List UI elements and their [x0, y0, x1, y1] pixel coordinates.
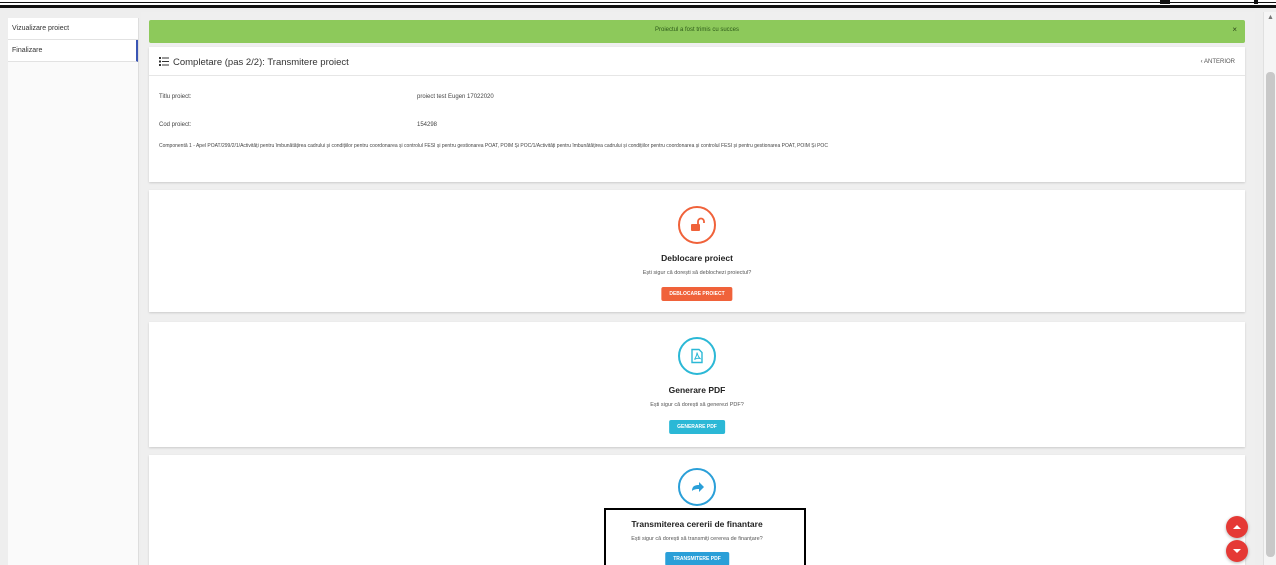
top-border — [0, 0, 1276, 8]
submit-title: Transmiterea cererii de finantare — [631, 519, 763, 529]
top-edge-mark — [1160, 0, 1170, 4]
forward-arrow-icon — [678, 468, 716, 506]
project-code-label: Cod proiect: — [159, 122, 192, 128]
pdf-icon — [678, 337, 716, 375]
unlock-button[interactable]: DEBLOCARE PROIECT — [661, 287, 733, 301]
page-title: Completare (pas 2/2): Transmitere proiec… — [173, 57, 349, 68]
success-banner: Proiectul a fost trimis cu succes × — [149, 20, 1245, 43]
submit-question: Ești sigur că dorești să transmiți cerer… — [631, 536, 763, 542]
pdf-section: Generare PDF Ești sigur că dorești să ge… — [149, 322, 1245, 447]
card-header: Completare (pas 2/2): Transmitere proiec… — [149, 47, 1245, 76]
scroll-down-button[interactable] — [1226, 540, 1248, 562]
project-info-card: Completare (pas 2/2): Transmitere proiec… — [149, 47, 1245, 182]
pdf-question: Ești sigur că dorești să generezi PDF? — [650, 402, 744, 408]
scrollbar-thumb[interactable] — [1266, 72, 1275, 557]
banner-close-button[interactable]: × — [1232, 25, 1237, 34]
top-edge-mark — [1254, 0, 1258, 4]
sidebar-item-finalizare[interactable]: Finalizare — [8, 40, 138, 62]
list-icon — [159, 57, 169, 66]
main-content: Proiectul a fost trimis cu succes × Comp… — [141, 12, 1255, 565]
unlock-question: Ești sigur că dorești să deblochezi proi… — [642, 270, 752, 276]
vertical-scrollbar[interactable]: ▲ — [1263, 12, 1276, 565]
banner-message: Proiectul a fost trimis cu succes — [654, 27, 740, 33]
project-title-value: proiect test Eugen 17022020 — [417, 94, 494, 100]
sidebar: Vizualizare proiect Finalizare — [8, 18, 139, 565]
project-title-label: Titlu proiect: — [159, 94, 192, 100]
pdf-title: Generare PDF — [668, 385, 726, 395]
generate-pdf-button[interactable]: GENERARE PDF — [669, 420, 725, 434]
chevron-down-icon — [1233, 549, 1241, 553]
back-link[interactable]: ‹ ANTERIOR — [1201, 59, 1235, 65]
submit-button[interactable]: TRANSMITERE PDF — [665, 552, 729, 565]
unlock-icon — [678, 206, 716, 244]
submit-section: Transmiterea cererii de finantare Ești s… — [149, 455, 1245, 565]
top-separator — [0, 2, 1276, 3]
unlock-title: Deblocare proiect — [661, 253, 733, 263]
project-code-value: 154298 — [417, 122, 438, 128]
scroll-up-arrow-icon[interactable]: ▲ — [1267, 14, 1274, 21]
sidebar-item-vizualizare[interactable]: Vizualizare proiect — [8, 18, 138, 40]
scroll-up-button[interactable] — [1226, 516, 1248, 538]
chevron-up-icon — [1233, 525, 1241, 529]
unlock-section: Deblocare proiect Ești sigur că dorești … — [149, 190, 1245, 312]
project-component: Componentă 1 - Apel POAT/299/2/1/Activit… — [159, 143, 828, 149]
